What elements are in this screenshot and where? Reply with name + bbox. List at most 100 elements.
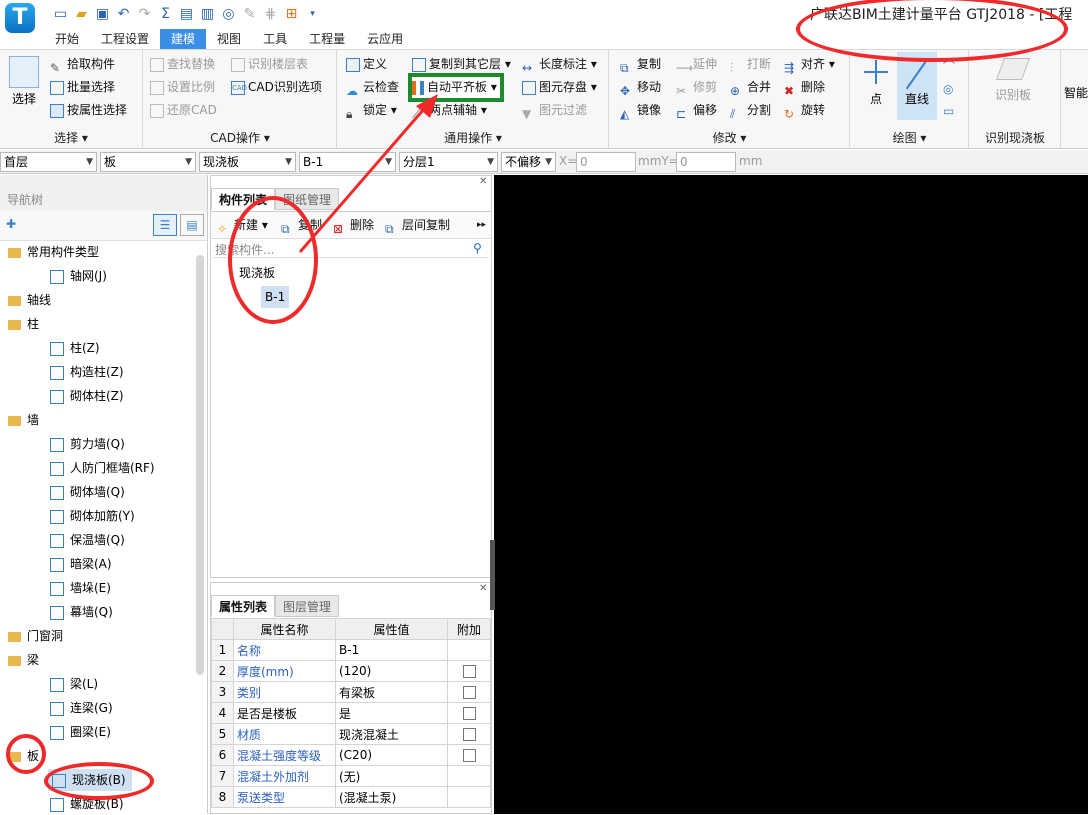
tree-folder[interactable]: 柱: [8, 313, 39, 335]
view-icon[interactable]: ◎: [220, 6, 237, 23]
line-button[interactable]: 直线: [897, 52, 937, 120]
x-coordinate-input[interactable]: 0: [576, 152, 636, 172]
property-row[interactable]: 1 名称 B-1: [211, 639, 491, 661]
search-icon[interactable]: ⚲: [473, 241, 482, 255]
offset-button[interactable]: ⊏ 偏移: [676, 100, 717, 121]
rotate-button[interactable]: ↻ 旋转: [784, 100, 825, 121]
tree-item[interactable]: 剪力墙(Q): [50, 433, 125, 455]
offset-select[interactable]: 不偏移 ▼: [501, 152, 556, 172]
property-row[interactable]: 7 混凝土外加剂 (无): [211, 765, 491, 787]
tree-item[interactable]: 砌体墙(Q): [50, 481, 125, 503]
tree-item[interactable]: 人防门框墙(RF): [50, 457, 155, 479]
property-value[interactable]: 现浇混凝土: [335, 723, 448, 745]
tree-item[interactable]: 砌体加筋(Y): [50, 505, 135, 527]
tree-item[interactable]: 圈梁(E): [50, 721, 111, 743]
extra-checkbox[interactable]: [462, 728, 476, 741]
tab-property-list[interactable]: 属性列表: [211, 595, 276, 617]
grid-icon[interactable]: ⋕: [262, 6, 279, 23]
property-value[interactable]: (C20): [335, 744, 448, 766]
copy-button[interactable]: ⧉ 复制: [620, 54, 661, 75]
property-value[interactable]: (混凝土泵): [335, 786, 448, 808]
find-replace-button[interactable]: 查找替换: [150, 54, 215, 75]
extra-checkbox[interactable]: [462, 686, 476, 699]
tree-item[interactable]: 轴网(J): [50, 265, 107, 287]
copy-to-other-floor-button[interactable]: 复制到其它层 ▾: [412, 54, 511, 75]
redo-icon[interactable]: ↷: [136, 6, 153, 23]
rectangle-icon[interactable]: ▭: [943, 104, 954, 118]
smart-button[interactable]: 智能: [1064, 84, 1088, 101]
tab-layer-management[interactable]: 图层管理: [275, 595, 340, 617]
tab-cloud[interactable]: 云应用: [356, 29, 414, 49]
define-button[interactable]: 定义: [346, 54, 387, 75]
open-folder-icon[interactable]: ▰: [73, 6, 90, 23]
close-icon[interactable]: ✕: [479, 583, 487, 594]
nav-scrollbar[interactable]: [196, 255, 204, 675]
extra-checkbox[interactable]: [462, 749, 476, 762]
check-icon[interactable]: ▥: [199, 6, 216, 23]
pick-component-button[interactable]: ✎ 拾取构件: [50, 54, 115, 75]
point-button[interactable]: 点: [857, 56, 895, 107]
tree-item[interactable]: 梁(L): [50, 673, 98, 695]
length-dimension-button[interactable]: ↔ 长度标注 ▾: [522, 54, 597, 75]
property-value[interactable]: (120): [335, 660, 448, 682]
list-view-icon[interactable]: ☰: [153, 214, 177, 236]
property-value[interactable]: 是: [335, 702, 448, 724]
tab-quantity[interactable]: 工程量: [298, 29, 356, 49]
property-row[interactable]: 3 类别 有梁板: [211, 681, 491, 703]
recognize-floor-table-button[interactable]: 识别楼层表: [231, 54, 308, 75]
floor-select[interactable]: 首层 ▼: [0, 152, 97, 172]
property-row[interactable]: 2 厚度(mm) (120): [211, 660, 491, 682]
batch-select-button[interactable]: 批量选择: [50, 77, 115, 98]
trim-button[interactable]: ✂ 修剪: [676, 77, 717, 98]
tab-modeling[interactable]: 建模: [160, 29, 207, 49]
undo-icon[interactable]: ↶: [115, 6, 132, 23]
extra-checkbox[interactable]: [462, 665, 476, 678]
element-filter-button[interactable]: ▼ 图元过滤: [522, 100, 587, 121]
tab-view[interactable]: 视图: [206, 29, 252, 49]
tree-item[interactable]: 暗梁(A): [50, 553, 112, 575]
extra-checkbox[interactable]: [462, 707, 476, 720]
delete-button[interactable]: ✖ 删除: [784, 77, 825, 98]
merge-button[interactable]: ⊕ 合并: [730, 77, 771, 98]
property-value[interactable]: (无): [335, 765, 448, 787]
add-icon[interactable]: ⊞: [283, 6, 300, 23]
property-row[interactable]: 4 是否是楼板是: [211, 702, 491, 724]
more-icon[interactable]: ▾: [304, 6, 321, 23]
add-icon[interactable]: ✚: [6, 217, 16, 231]
tab-start[interactable]: 开始: [44, 29, 90, 49]
edit-icon[interactable]: ✎: [241, 6, 258, 23]
extend-button[interactable]: ⟶延伸: [676, 54, 717, 75]
tree-folder[interactable]: 墙: [8, 409, 39, 431]
draw-group-title[interactable]: 绘图 ▾: [851, 129, 968, 146]
panel-splitter[interactable]: [490, 540, 495, 610]
tree-item[interactable]: 连梁(G): [50, 697, 113, 719]
property-row[interactable]: 5 材质 现浇混凝土: [211, 723, 491, 745]
property-value[interactable]: 有梁板: [335, 681, 448, 703]
break-button[interactable]: ⫶ 打断: [730, 54, 771, 75]
tree-item[interactable]: 柱(Z): [50, 337, 100, 359]
select-by-property-button[interactable]: 按属性选择: [50, 100, 127, 121]
tree-item[interactable]: 构造柱(Z): [50, 361, 124, 383]
select-group-title[interactable]: 选择 ▾: [0, 129, 142, 146]
tree-item[interactable]: 保温墙(Q): [50, 529, 125, 551]
element-save-button[interactable]: 图元存盘 ▾: [522, 77, 597, 98]
category-select[interactable]: 板 ▼: [100, 152, 196, 172]
mirror-button[interactable]: ◭ 镜像: [620, 100, 661, 121]
select-button[interactable]: 选择: [6, 56, 42, 107]
tree-folder[interactable]: 梁: [8, 649, 39, 671]
tree-item[interactable]: 幕墙(Q): [50, 601, 113, 623]
drawing-canvas[interactable]: [494, 175, 1088, 814]
property-value[interactable]: B-1: [335, 639, 448, 661]
move-button[interactable]: ✥ 移动: [620, 77, 661, 98]
align-button[interactable]: ⇶ 对齐 ▾: [784, 54, 835, 75]
property-row[interactable]: 8 泵送类型 (混凝土泵): [211, 786, 491, 808]
app-logo[interactable]: T: [5, 3, 35, 33]
type-select[interactable]: 现浇板 ▼: [199, 152, 296, 172]
save-icon[interactable]: ▣: [94, 6, 111, 23]
detail-view-icon[interactable]: ▤: [180, 214, 204, 236]
set-scale-button[interactable]: 设置比例: [150, 77, 215, 98]
circle-icon[interactable]: ◎: [943, 82, 953, 96]
tree-item[interactable]: 砌体柱(Z): [50, 385, 124, 407]
tree-item[interactable]: 墙垛(E): [50, 577, 111, 599]
tree-folder[interactable]: 常用构件类型: [8, 241, 99, 263]
